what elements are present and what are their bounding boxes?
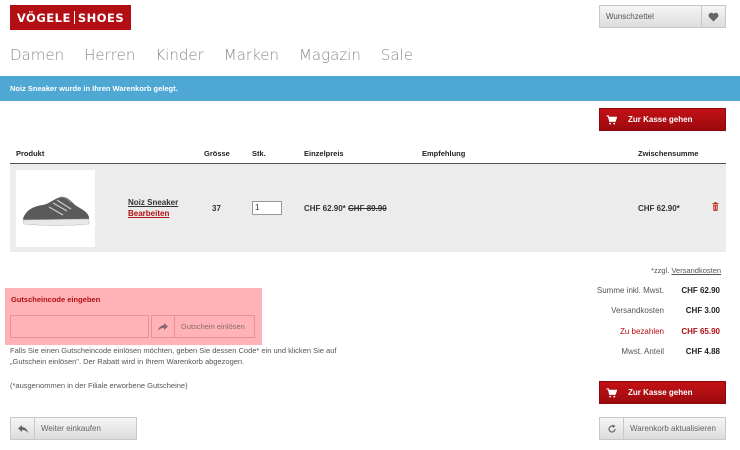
update-cart-label: Warenkorb aktualisieren xyxy=(630,424,716,433)
total-row-due: Zu bezahlen CHF 65.90 xyxy=(560,325,720,345)
product-image[interactable] xyxy=(16,170,95,247)
totals-summary: Summe inkl. Mwst. CHF 62.90 Versandkoste… xyxy=(560,284,720,365)
checkout-label: Zur Kasse gehen xyxy=(628,115,693,124)
col-recommendation: Empfehlung xyxy=(422,149,466,158)
product-size: 37 xyxy=(212,204,221,213)
col-unit-price: Einzelpreis xyxy=(304,149,344,158)
total-label: Mwst. Anteil xyxy=(621,346,664,356)
shipping-note: *zzgl. Versandkosten xyxy=(651,266,721,275)
total-label: Versandkosten xyxy=(611,306,664,316)
total-value: CHF 4.88 xyxy=(685,346,720,356)
refresh-icon xyxy=(600,418,624,439)
heart-icon xyxy=(701,6,725,27)
total-value: CHF 62.90 xyxy=(681,286,720,295)
nav-item-damen[interactable]: Damen xyxy=(10,46,64,64)
current-price: CHF 62.90* xyxy=(304,204,346,213)
nav-item-herren[interactable]: Herren xyxy=(84,46,135,64)
col-product: Produkt xyxy=(16,149,45,158)
update-cart-button[interactable]: Warenkorb aktualisieren xyxy=(599,417,726,440)
coupon-exception-note: (*ausgenommen in der Filiale erworbene G… xyxy=(10,381,188,390)
logo-text-left: VÖGELE xyxy=(16,10,71,25)
quantity-input[interactable]: 1 xyxy=(252,201,282,215)
wishlist-button[interactable]: Wunschzettel xyxy=(599,5,726,28)
checkout-button-bottom[interactable]: Zur Kasse gehen xyxy=(599,381,726,404)
checkout-label: Zur Kasse gehen xyxy=(628,388,693,397)
total-row-vat: Mwst. Anteil CHF 4.88 xyxy=(560,345,720,365)
wishlist-label: Wunschzettel xyxy=(606,12,654,21)
continue-shopping-button[interactable]: Weiter einkaufen xyxy=(10,417,137,440)
row-subtotal: CHF 62.90* xyxy=(638,204,680,213)
nav-item-marken[interactable]: Marken xyxy=(224,46,279,64)
total-row-shipping: Versandkosten CHF 3.00 xyxy=(560,304,720,324)
coupon-code-input[interactable] xyxy=(10,315,149,338)
back-arrow-icon xyxy=(11,418,35,439)
nav-item-kinder[interactable]: Kinder xyxy=(155,46,203,64)
cart-table-header: Produkt Grösse Stk. Einzelpreis Empfehlu… xyxy=(10,143,726,164)
total-row-sum: Summe inkl. Mwst. CHF 62.90 xyxy=(560,284,720,304)
redeem-coupon-label: Gutschein einlösen xyxy=(181,322,245,331)
checkout-button-top[interactable]: Zur Kasse gehen xyxy=(599,108,726,131)
logo[interactable]: VÖGELE SHOES xyxy=(10,5,131,30)
col-qty: Stk. xyxy=(252,149,266,158)
shipping-costs-link[interactable]: Versandkosten xyxy=(671,266,721,275)
cart-icon xyxy=(600,387,622,398)
total-label: Zu bezahlen xyxy=(619,326,664,336)
edit-product-link[interactable]: Bearbeiten xyxy=(128,209,169,218)
redeem-coupon-button[interactable]: Gutschein einlösen xyxy=(151,315,255,338)
logo-divider xyxy=(73,11,75,24)
continue-shopping-label: Weiter einkaufen xyxy=(41,424,101,433)
coupon-help-text: Falls Sie einen Gutscheincode einlösen m… xyxy=(10,346,337,366)
coupon-section: Gutscheincode eingeben Gutschein einlöse… xyxy=(5,288,262,345)
total-value: CHF 3.00 xyxy=(685,306,720,316)
total-label: Summe inkl. Mwst. xyxy=(596,286,664,295)
logo-text-right: SHOES xyxy=(77,10,125,25)
nav-item-magazin[interactable]: Magazin xyxy=(299,46,361,64)
old-price: CHF 89.90 xyxy=(348,204,387,213)
col-size: Grösse xyxy=(204,149,230,158)
cart-icon xyxy=(600,114,622,125)
trash-icon[interactable] xyxy=(712,202,719,213)
cart-notice: Noiz Sneaker wurde in Ihren Warenkorb ge… xyxy=(0,76,740,101)
product-name-link[interactable]: Noiz Sneaker xyxy=(128,198,178,207)
main-nav: Damen Herren Kinder Marken Magazin Sale xyxy=(10,46,433,64)
coupon-title: Gutscheincode eingeben xyxy=(11,295,101,304)
total-value: CHF 65.90 xyxy=(681,326,720,336)
nav-item-sale[interactable]: Sale xyxy=(381,46,413,64)
shipping-note-prefix: *zzgl. xyxy=(651,266,670,275)
col-subtotal: Zwischensumme xyxy=(638,149,699,158)
share-arrow-icon xyxy=(152,316,175,337)
cart-row: Noiz Sneaker Bearbeiten 37 1 CHF 62.90* … xyxy=(10,164,726,252)
unit-price: CHF 62.90* CHF 89.90 xyxy=(304,204,387,213)
